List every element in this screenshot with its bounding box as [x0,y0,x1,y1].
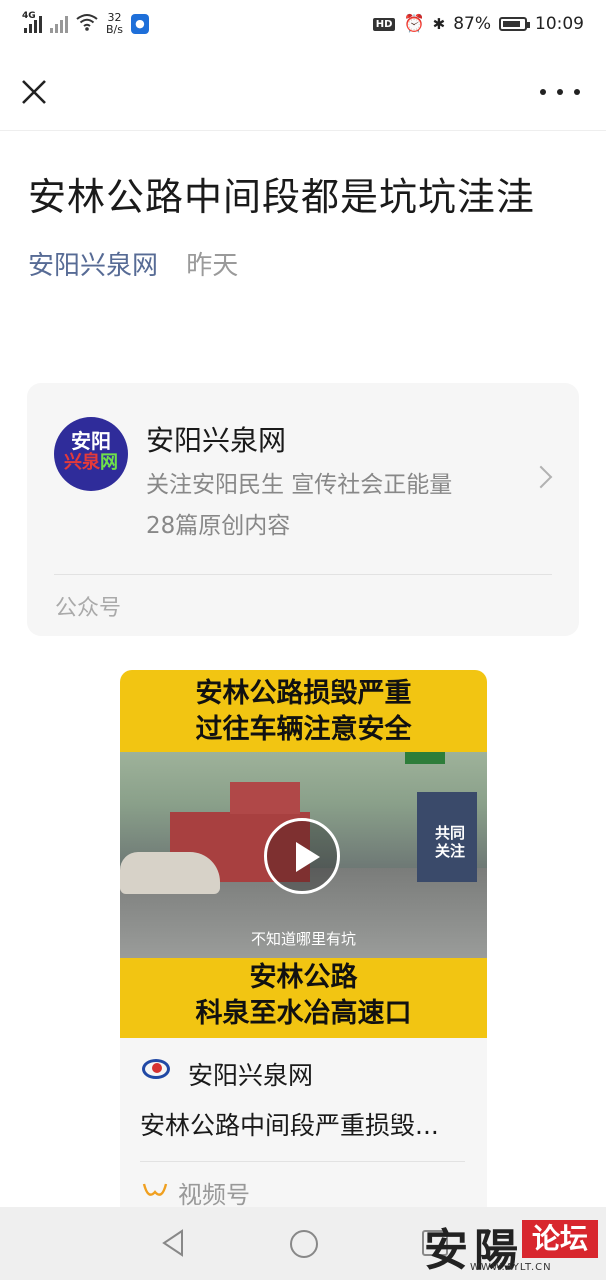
clock: 10:09 [535,14,584,34]
publish-date: 昨天 [186,251,239,281]
account-avatar: 安阳 兴泉网 [54,417,128,491]
close-icon [22,80,46,104]
back-icon[interactable] [161,1229,185,1257]
divider [140,1161,465,1162]
cellular-signal-icon: 4G [22,11,42,33]
article-title: 安林公路中间段都是坑坑洼洼 [28,175,536,219]
forum-watermark: 安陽 论坛 WWW.AYLT.CN [418,1198,604,1280]
account-name: 安阳兴泉网 [146,424,287,457]
road-sign [405,752,445,764]
status-bar: 4G 32 B/s ● HD ⏰ ✱ 87% 10:09 [0,0,606,52]
original-count: 28篇原创内容 [146,513,291,539]
channel-logo-icon [140,1057,172,1089]
thumbnail-top-caption: 安林公路损毁严重 过往车辆注意安全 [195,678,412,745]
video-card[interactable]: 安林公路损毁严重 过往车辆注意安全 共同 关注 不知道哪里有坑 安林公路 科泉至… [120,670,487,1230]
thumbnail-bottom-caption: 安林公路 科泉至水冶高速口 [195,962,412,1029]
network-speed: 32 B/s [106,11,123,36]
channels-icon [142,1183,168,1196]
battery-icon [499,17,530,31]
more-icon [540,89,546,95]
alarm-icon: ⏰ [403,14,425,34]
bluetooth-icon: ✱ [432,15,446,33]
home-icon[interactable] [290,1230,318,1258]
channel-type-label: 视频号 [178,1181,250,1209]
account-card[interactable]: 安阳 兴泉网 安阳兴泉网 关注安阳民生 宣传社会正能量 28篇原创内容 公众号 [27,383,579,636]
watermark-url: WWW.AYLT.CN [470,1262,552,1273]
divider [54,574,552,575]
overlay-badge: 共同 关注 [434,824,465,860]
shield-icon: ● [130,14,149,34]
video-subtitle: 不知道哪里有坑 [250,930,356,948]
wifi-icon [76,13,98,36]
chevron-right-icon [529,465,553,489]
article-meta: 安阳兴泉网 昨天 [28,245,238,282]
close-button[interactable] [16,74,52,110]
account-description: 关注安阳民生 宣传社会正能量 [146,472,453,498]
more-button[interactable] [540,80,580,104]
cellular-signal-2-icon [50,15,68,33]
nav-bar [0,52,606,131]
car-image [120,852,220,894]
account-type-label: 公众号 [55,596,122,621]
play-button[interactable] [264,818,340,894]
video-thumbnail[interactable]: 安林公路损毁严重 过往车辆注意安全 共同 关注 不知道哪里有坑 安林公路 科泉至… [120,670,487,1038]
watermark-badge: 论坛 [522,1220,598,1258]
hd-badge: HD [372,17,396,31]
channel-name: 安阳兴泉网 [188,1061,314,1090]
author-link[interactable]: 安阳兴泉网 [28,251,158,281]
battery-percent: 87% [453,14,491,34]
road-photo: 共同 关注 不知道哪里有坑 [120,752,487,958]
video-title: 安林公路中间段严重损毁... [140,1111,439,1140]
